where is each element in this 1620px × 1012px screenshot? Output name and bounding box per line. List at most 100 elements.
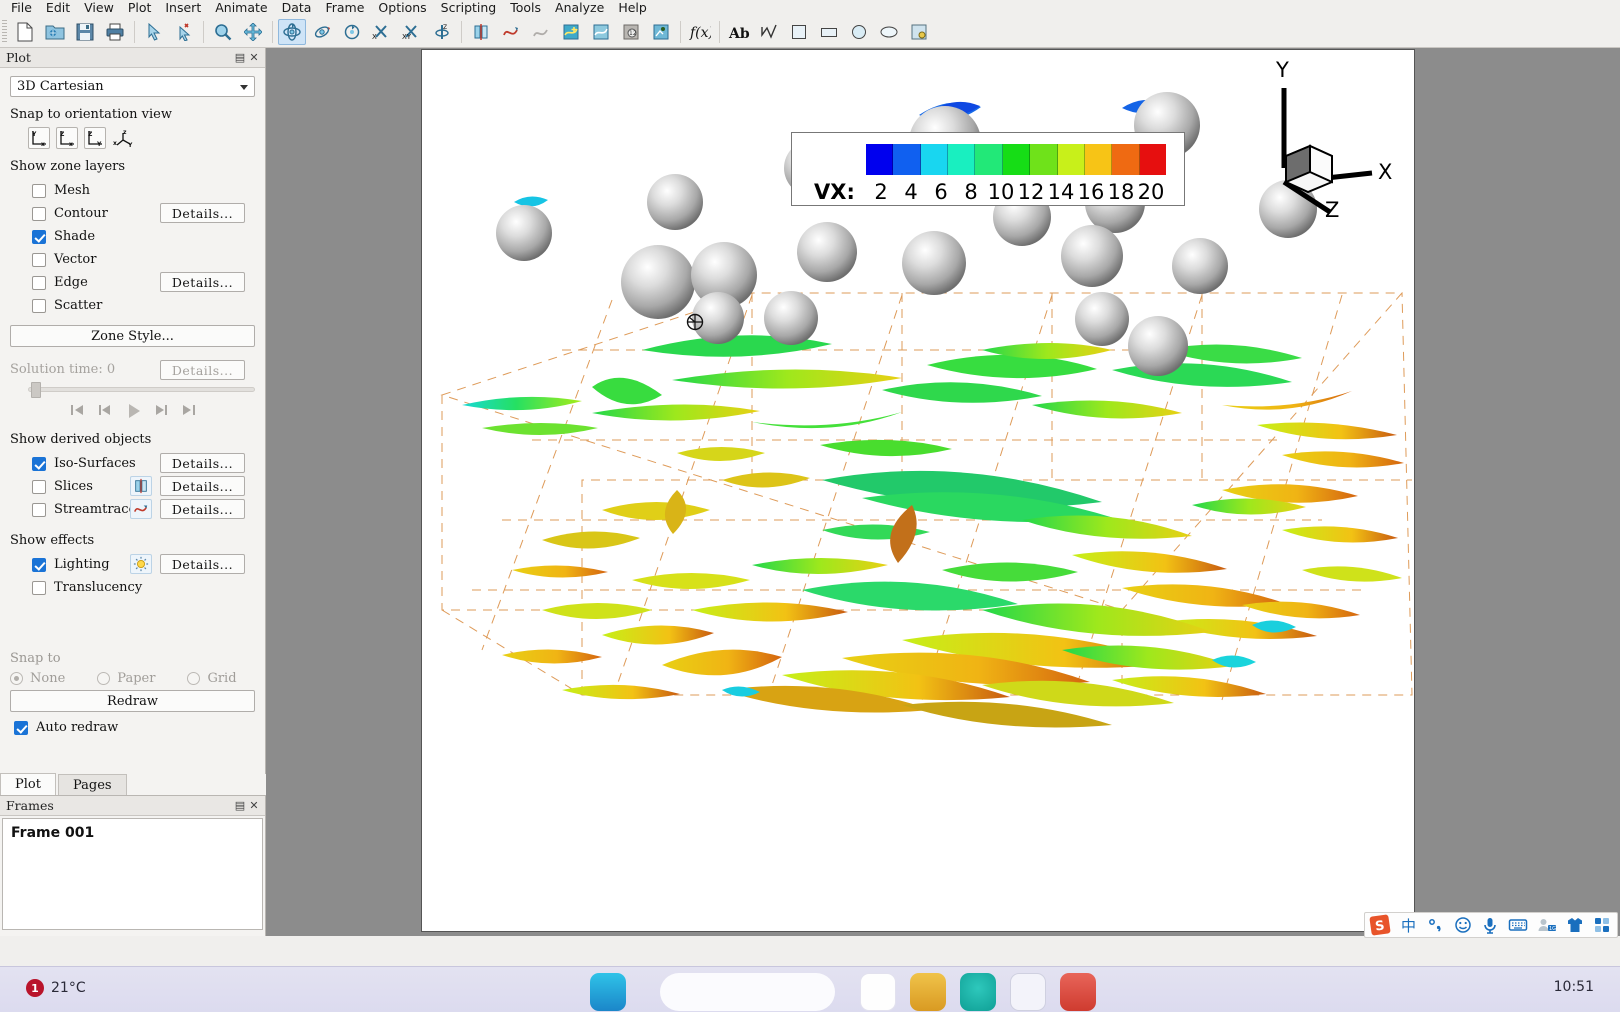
zone-layer-vector[interactable]: Vector xyxy=(32,248,255,271)
checkbox[interactable] xyxy=(32,206,46,221)
skip-to-end-icon[interactable] xyxy=(181,402,197,418)
view-yx-icon[interactable]: Yx xyxy=(28,127,50,149)
streamtrace-icon[interactable] xyxy=(130,499,152,519)
frames-list[interactable]: Frame 001 xyxy=(2,818,263,930)
app-5-icon[interactable] xyxy=(1010,973,1046,1011)
menu-item-scripting[interactable]: Scripting xyxy=(434,0,504,16)
close-icon[interactable]: ✕ xyxy=(247,799,261,813)
zone-layer-shade[interactable]: Shade xyxy=(32,225,255,248)
skin-icon[interactable] xyxy=(1566,916,1584,934)
menu-item-file[interactable]: File xyxy=(4,0,39,16)
menu-item-plot[interactable]: Plot xyxy=(121,0,159,16)
spin-icon[interactable] xyxy=(338,19,366,45)
menu-item-analyze[interactable]: Analyze xyxy=(548,0,611,16)
list-item[interactable]: Frame 001 xyxy=(11,825,254,841)
checkbox[interactable] xyxy=(32,456,46,471)
rotate-x-icon[interactable]: X xyxy=(368,19,396,45)
checkbox[interactable] xyxy=(32,229,46,244)
auto-redraw-toggle[interactable]: Auto redraw xyxy=(14,716,255,739)
pan-icon[interactable] xyxy=(239,19,267,45)
rotate-roller-icon[interactable] xyxy=(308,19,336,45)
adjuster-icon[interactable] xyxy=(170,19,198,45)
ime-toolbar[interactable]: S 中 1G xyxy=(1364,912,1618,938)
ellipse-icon[interactable] xyxy=(875,19,903,45)
emoji-icon[interactable] xyxy=(1454,916,1472,934)
close-icon[interactable]: ✕ xyxy=(247,51,261,65)
punctuation-icon[interactable] xyxy=(1427,916,1445,934)
checkbox[interactable] xyxy=(32,580,46,595)
menu-item-view[interactable]: View xyxy=(77,0,121,16)
checkbox[interactable] xyxy=(32,557,46,572)
rotate-z-icon[interactable]: Z xyxy=(428,19,456,45)
lighting-details-button[interactable]: Details... xyxy=(160,554,245,574)
redraw-button[interactable]: Redraw xyxy=(10,690,255,712)
contour-legend[interactable]: VX: 2 4 6 8 10 12 14 16 18 20 xyxy=(791,132,1185,206)
undock-icon[interactable]: ▤ xyxy=(233,51,247,65)
slice-icon[interactable] xyxy=(467,19,495,45)
play-icon[interactable] xyxy=(125,402,141,418)
app-6-icon[interactable] xyxy=(1060,973,1096,1011)
apps-icon[interactable] xyxy=(1593,916,1611,934)
view-xyz-icon[interactable]: zx Y xyxy=(112,127,134,149)
menu-item-options[interactable]: Options xyxy=(371,0,433,16)
taskbar-clock[interactable]: 10:51 xyxy=(1554,979,1594,995)
checkbox[interactable] xyxy=(32,298,46,313)
skip-to-start-icon[interactable] xyxy=(69,402,85,418)
radio[interactable] xyxy=(10,672,23,685)
step-back-icon[interactable] xyxy=(97,402,113,418)
zone-style-button[interactable]: Zone Style... xyxy=(10,325,255,347)
radio[interactable] xyxy=(187,672,201,685)
select-arrow-icon[interactable] xyxy=(140,19,168,45)
zoom-magnifier-icon[interactable] xyxy=(209,19,237,45)
streamtrace-icon[interactable] xyxy=(497,19,525,45)
rotate-y-icon[interactable]: XY xyxy=(398,19,426,45)
image-icon[interactable] xyxy=(905,19,933,45)
contour-details-button[interactable]: Details... xyxy=(160,203,245,223)
streamtraces-details-button[interactable]: Details... xyxy=(160,499,245,519)
radio[interactable] xyxy=(97,672,111,685)
print-icon[interactable] xyxy=(101,19,129,45)
polyline-icon[interactable] xyxy=(755,19,783,45)
menu-item-frame[interactable]: Frame xyxy=(318,0,371,16)
text-icon[interactable]: Ab xyxy=(725,19,753,45)
chinese-mode-icon[interactable]: 中 xyxy=(1400,916,1418,934)
new-file-icon[interactable] xyxy=(11,19,39,45)
app-2-icon[interactable] xyxy=(860,973,896,1011)
checkbox[interactable] xyxy=(14,720,28,735)
effect-translucency[interactable]: Translucency xyxy=(32,576,255,599)
contour-add-icon[interactable] xyxy=(557,19,585,45)
plot-type-select[interactable]: 3D Cartesian xyxy=(10,76,255,97)
view-zy-icon[interactable]: ZY xyxy=(84,127,106,149)
plot-paper[interactable]: VX: 2 4 6 8 10 12 14 16 18 20 Y X Z xyxy=(421,49,1415,932)
fx-icon[interactable]: f(x) xyxy=(686,19,714,45)
extract-icon[interactable] xyxy=(647,19,675,45)
zone-layer-scatter[interactable]: Scatter xyxy=(32,294,255,317)
app-4-icon[interactable] xyxy=(960,973,996,1011)
snap-option-none[interactable]: None xyxy=(10,671,65,686)
menu-item-help[interactable]: Help xyxy=(611,0,654,16)
slices-details-button[interactable]: Details... xyxy=(160,476,245,496)
toolbar-grip[interactable] xyxy=(2,19,7,44)
voice-input-icon[interactable] xyxy=(1481,916,1499,934)
lighting-icon[interactable] xyxy=(130,554,152,574)
menu-item-data[interactable]: Data xyxy=(275,0,319,16)
checkbox[interactable] xyxy=(32,479,46,494)
canvas-workspace[interactable]: VX: 2 4 6 8 10 12 14 16 18 20 Y X Z xyxy=(266,48,1620,936)
app-3-icon[interactable] xyxy=(910,973,946,1011)
zone-layer-mesh[interactable]: Mesh xyxy=(32,179,255,202)
weather-widget[interactable]: 1 21°C xyxy=(26,979,86,997)
slider-thumb[interactable] xyxy=(31,382,41,398)
circle-icon[interactable] xyxy=(845,19,873,45)
checkbox[interactable] xyxy=(32,252,46,267)
taskbar-search-box[interactable] xyxy=(660,973,835,1011)
checkbox[interactable] xyxy=(32,183,46,198)
step-forward-icon[interactable] xyxy=(153,402,169,418)
open-file-icon[interactable] xyxy=(41,19,69,45)
snap-option-grid[interactable]: Grid xyxy=(187,671,237,686)
contour-icon[interactable] xyxy=(587,19,615,45)
menu-item-edit[interactable]: Edit xyxy=(39,0,77,16)
checkbox[interactable] xyxy=(32,275,46,290)
rotate-3d-icon[interactable] xyxy=(278,18,306,45)
rectangle-icon[interactable] xyxy=(815,19,843,45)
save-icon[interactable] xyxy=(71,19,99,45)
